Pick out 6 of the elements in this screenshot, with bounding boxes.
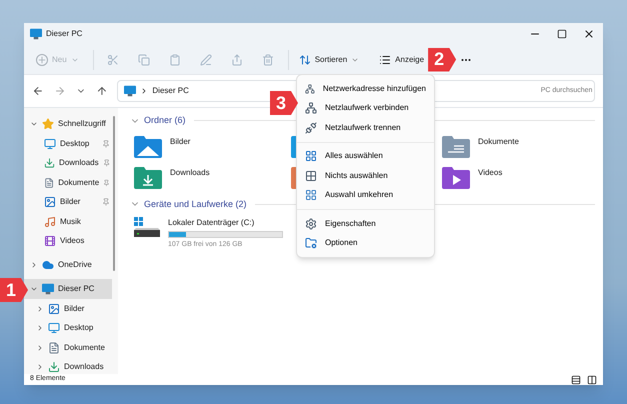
drive-label: Lokaler Datenträger (C:) bbox=[168, 217, 256, 229]
window-title: Dieser PC bbox=[46, 28, 82, 40]
callout-badge: 2 bbox=[428, 48, 456, 72]
address-path: Dieser PC bbox=[152, 85, 189, 97]
callout-badge: 3 bbox=[270, 91, 298, 115]
callout-badge: 1 bbox=[0, 278, 28, 302]
